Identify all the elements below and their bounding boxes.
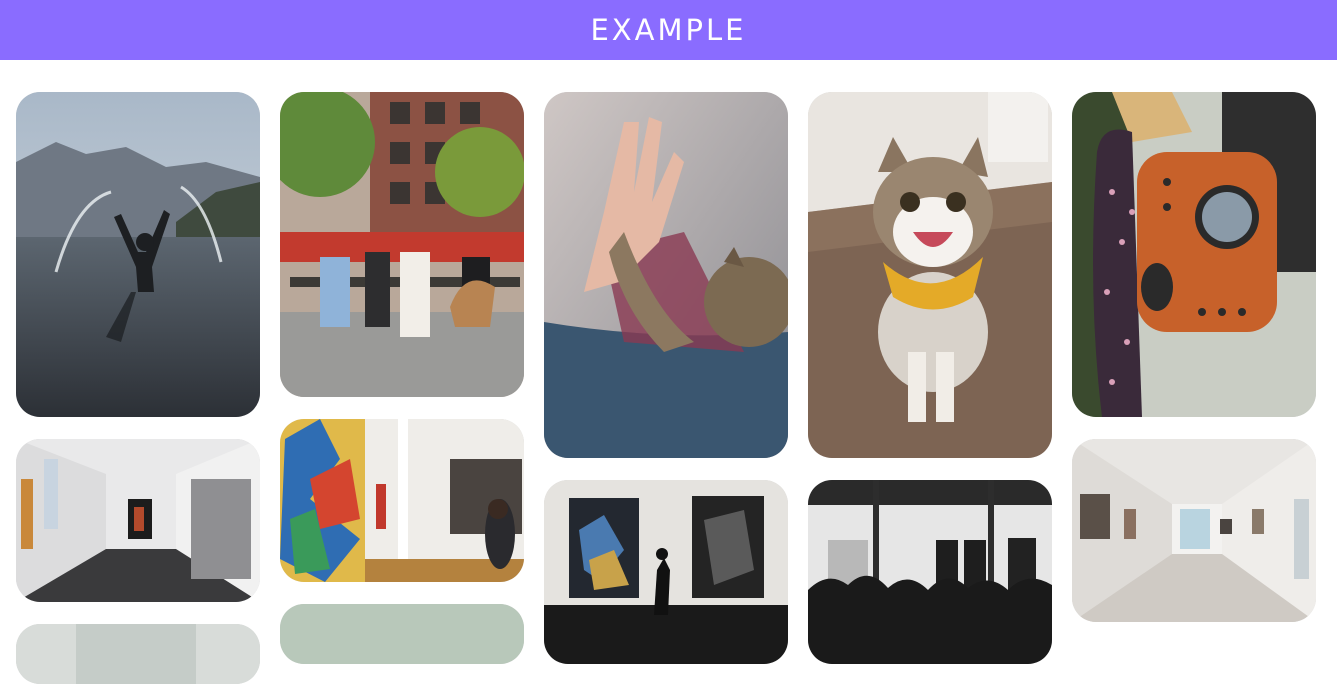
white-gallery-corridor-image — [16, 439, 260, 602]
photo-card-bench-dog[interactable] — [280, 92, 524, 397]
gallery-partial-image — [16, 624, 260, 684]
smiling-cat-yellow-bandana-image — [808, 92, 1052, 458]
photo-card-bw-crowd[interactable] — [808, 480, 1052, 664]
photo-card-lake[interactable] — [16, 92, 260, 417]
photo-card-empty-gallery[interactable] — [1072, 439, 1316, 622]
photo-card-high-five[interactable] — [544, 92, 788, 458]
photo-card-smiling-cat[interactable] — [808, 92, 1052, 458]
crowd-in-gallery-bw-image — [808, 480, 1052, 664]
photo-card-cat-backpack[interactable] — [1072, 92, 1316, 417]
page-header: EXAMPLE — [0, 0, 1337, 60]
green-partial-image — [280, 604, 524, 664]
empty-gallery-hall-image — [1072, 439, 1316, 622]
person-viewing-dark-paintings-image — [544, 480, 788, 664]
photo-card-white-gallery[interactable] — [16, 439, 260, 602]
colorful-painting-gallery-image — [280, 419, 524, 582]
cat-in-backpack-carrier-image — [1072, 92, 1316, 417]
photo-card-green-partial[interactable] — [280, 604, 524, 664]
woman-splashing-lake-image — [16, 92, 260, 417]
photo-card-gallery-partial[interactable] — [16, 624, 260, 684]
photo-card-dark-paintings[interactable] — [544, 480, 788, 664]
women-on-bench-with-dog-image — [280, 92, 524, 397]
hand-high-five-cat-paw-image — [544, 92, 788, 458]
page-title: EXAMPLE — [590, 13, 747, 47]
photo-card-colorful-painting[interactable] — [280, 419, 524, 582]
